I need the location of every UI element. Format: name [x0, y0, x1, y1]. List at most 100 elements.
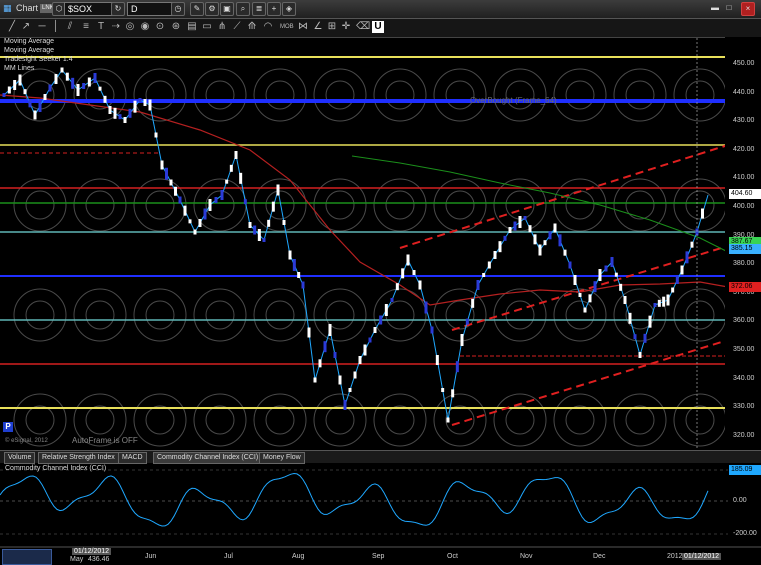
cycle-circle [85, 190, 115, 220]
cycle-circle [25, 190, 55, 220]
cycle-circle [313, 288, 367, 342]
cycle-circle [133, 393, 187, 447]
cycle-circle [253, 288, 307, 342]
cycle-circle [193, 288, 247, 342]
candle [363, 344, 367, 356]
candle [690, 241, 694, 248]
candle [648, 315, 652, 328]
candle [593, 281, 597, 293]
cycle-circle [505, 300, 535, 330]
candle [169, 179, 173, 186]
candle [33, 110, 37, 120]
cycle-circle [13, 68, 67, 122]
cycle-circle [685, 190, 715, 220]
p-button[interactable]: P [3, 422, 13, 432]
candle [38, 100, 42, 112]
candle [508, 227, 512, 233]
cycle-circle [613, 68, 667, 122]
cycle-circle [553, 68, 607, 122]
cycle-circle [565, 300, 595, 330]
cycle-circle [253, 178, 307, 232]
cycle-circle [133, 178, 187, 232]
candle [183, 205, 187, 216]
price-axis-label: 320.00 [733, 431, 755, 439]
tab-rsi[interactable]: Relative Strength Index [38, 452, 119, 464]
chart-window: ▦ Chart LNK ⬡ $SOX ↻ D ◷ ✎ ⚙ ▣ ⌕ ≣ + ◈ ▬… [0, 0, 761, 565]
candle [633, 334, 637, 340]
candle [482, 273, 486, 277]
candle [685, 251, 689, 264]
candle [288, 250, 292, 260]
candle [563, 249, 567, 256]
candle [675, 276, 679, 284]
cycle-circle [13, 288, 67, 342]
candle [343, 400, 347, 410]
candle [476, 280, 480, 290]
study-ma-2[interactable]: Moving Average [4, 47, 54, 54]
candle [395, 283, 399, 291]
candle [338, 375, 342, 385]
candle [384, 304, 388, 316]
candle [118, 114, 122, 120]
candle [271, 201, 275, 212]
tab-money-flow[interactable]: Money Flow [259, 452, 305, 464]
candle [257, 229, 261, 241]
candle [662, 296, 666, 307]
candle [292, 259, 296, 271]
cycle-circle [253, 68, 307, 122]
candle [220, 190, 224, 200]
cycle-circle [253, 393, 307, 447]
cycle-circle [265, 405, 295, 435]
candle [239, 172, 243, 184]
candle [60, 67, 64, 73]
candle [610, 257, 614, 267]
candle [493, 251, 497, 259]
cci-value-tag: 185.09 [729, 465, 761, 475]
study-seeker[interactable]: Tradesight Seeker 1.4 [4, 56, 73, 63]
candle [424, 301, 428, 314]
price-axis-label: 410.00 [733, 174, 755, 182]
candle [598, 269, 602, 281]
candle [203, 208, 207, 220]
candle [412, 270, 416, 275]
candle [657, 299, 661, 307]
candle [248, 222, 252, 228]
cycle-circle [25, 300, 55, 330]
candle [498, 241, 502, 253]
tab-macd[interactable]: MACD [118, 452, 147, 464]
candle [138, 98, 142, 102]
candle [103, 95, 107, 103]
price-chart[interactable] [0, 0, 761, 565]
candle [98, 86, 102, 91]
candle [28, 99, 32, 108]
price-axis-label: 360.00 [733, 317, 755, 325]
cycle-circle [685, 405, 715, 435]
cycle-circle [133, 68, 187, 122]
cycle-circle [73, 68, 127, 122]
tab-volume[interactable]: Volume [4, 452, 36, 464]
navigator-thumb[interactable] [2, 549, 52, 565]
cycle-circle [685, 300, 715, 330]
study-mm-lines[interactable]: MM Lines [4, 65, 34, 72]
candle [358, 356, 362, 364]
cycle-circle [373, 178, 427, 232]
candle [76, 84, 80, 96]
cycle-circle [385, 190, 415, 220]
cycle-circle [673, 393, 727, 447]
tab-cci[interactable]: Commodity Channel Index (CCI) [153, 452, 263, 464]
candle [518, 216, 522, 228]
month-jul: Jul [224, 553, 233, 560]
candle [198, 219, 202, 227]
price-axis-label: 420.00 [733, 145, 755, 153]
study-ma-1[interactable]: Moving Average [4, 38, 54, 45]
price-axis-label: 430.00 [733, 117, 755, 125]
cycle-circle [493, 393, 547, 447]
cycle-circle [673, 288, 727, 342]
candles [2, 67, 704, 423]
candle [65, 72, 69, 81]
cycle-circle [625, 80, 655, 110]
candle [353, 371, 357, 379]
candle [23, 89, 27, 95]
candle [71, 77, 75, 89]
cycle-circle [673, 68, 727, 122]
